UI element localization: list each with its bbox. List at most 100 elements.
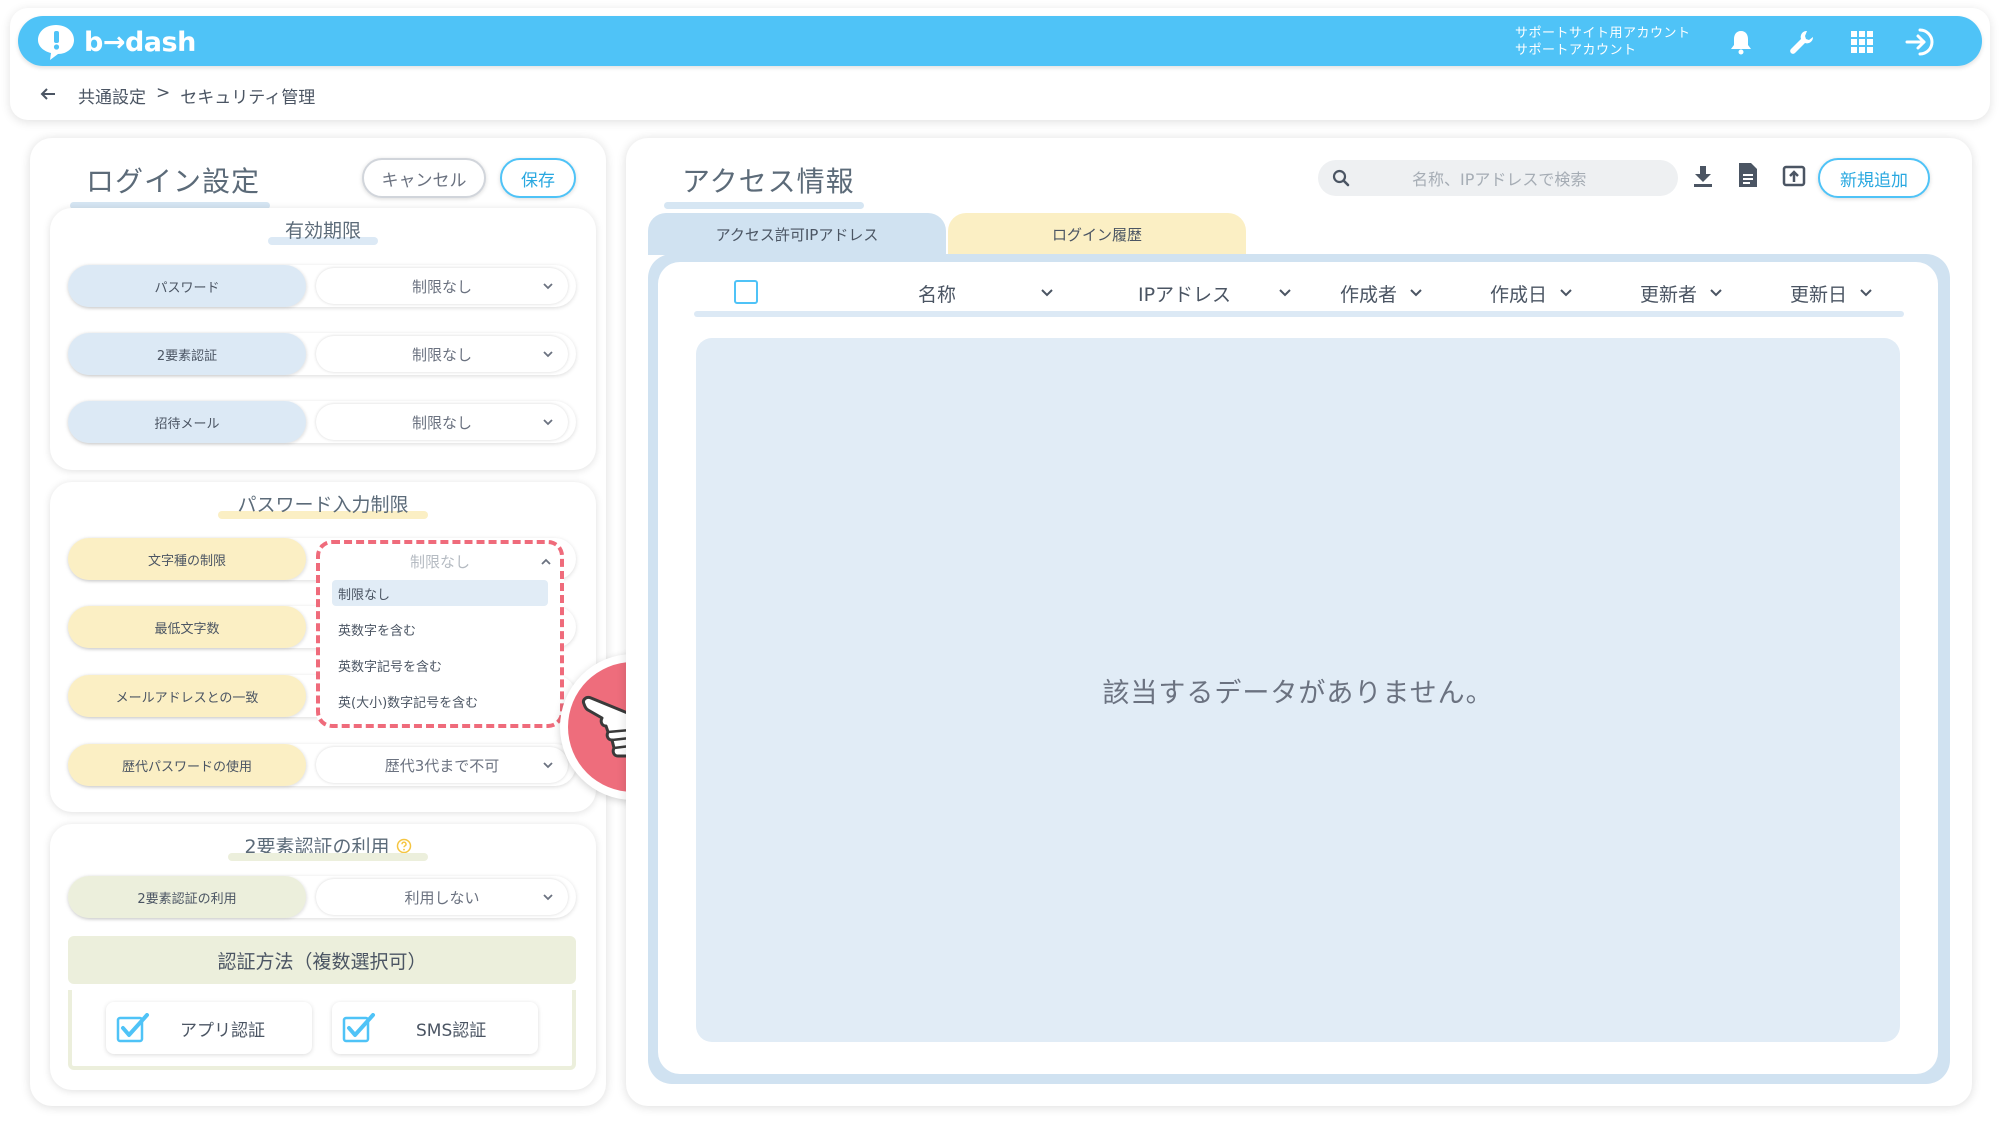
column-label: 作成者 (1340, 283, 1398, 306)
breadcrumb-security: セキュリティ管理 (180, 88, 316, 108)
two-factor-select[interactable]: 利用しない (316, 879, 568, 915)
wrench-icon[interactable] (1786, 26, 1818, 58)
search-input[interactable]: 名称、IPアドレスで検索 (1318, 160, 1678, 196)
dropdown-option[interactable]: 英数字記号を含む (332, 652, 548, 678)
row-label: 文字種の制限 (68, 538, 306, 580)
column-header-created[interactable]: 作成日 (1490, 277, 1573, 309)
checkbox-checked-icon[interactable] (342, 1013, 376, 1043)
chevron-down-icon (543, 419, 553, 426)
two-factor-title-highlight (228, 853, 428, 861)
empty-state: 該当するデータがありません。 (696, 338, 1900, 1042)
column-label: IPアドレス (1138, 283, 1232, 306)
row-label: 歴代パスワードの使用 (68, 744, 306, 786)
password-expiry-select[interactable]: 制限なし (316, 268, 568, 304)
select-value: 制限なし (411, 277, 472, 296)
header-divider (694, 311, 1904, 317)
chevron-down-icon (1041, 289, 1053, 297)
search-placeholder: 名称、IPアドレスで検索 (1412, 170, 1587, 189)
column-label: 更新者 (1640, 283, 1698, 306)
row-label: パスワード (68, 265, 306, 307)
2fa-expiry-select[interactable]: 制限なし (316, 336, 568, 372)
chevron-down-icon (543, 283, 553, 290)
account-info[interactable]: サポートサイト用アカウント サポートアカウント (1515, 25, 1691, 59)
column-header-name[interactable]: 名称 (918, 277, 1054, 309)
dropdown-option[interactable]: 制限なし (332, 580, 548, 606)
column-header-creator[interactable]: 作成者 (1340, 277, 1423, 309)
tab-login-history[interactable]: ログイン履歴 (948, 213, 1246, 255)
arrow-left-icon[interactable] (40, 86, 56, 106)
access-info-title-wrap: アクセス情報 (664, 160, 864, 209)
sms-auth-option[interactable]: SMS認証 (332, 1002, 538, 1054)
column-label: 更新日 (1790, 283, 1848, 306)
chevron-up-icon (541, 558, 551, 565)
dropdown-option[interactable]: 英数字を含む (332, 616, 548, 642)
auth-methods-header: 認証方法（複数選択可） (68, 936, 576, 984)
row-label: メールアドレスとの一致 (68, 675, 306, 717)
chevron-down-icon (543, 894, 553, 901)
row-label: 最低文字数 (68, 606, 306, 648)
row-label: 2要素認証 (68, 333, 306, 375)
row-label: 招待メール (68, 401, 306, 443)
password-rules-title: パスワード入力制限 (237, 494, 409, 516)
column-header-updater[interactable]: 更新者 (1640, 277, 1723, 309)
select-value: 歴代3代まで不可 (384, 756, 500, 775)
dropdown-current-value[interactable]: 制限なし (320, 546, 560, 576)
column-header-updated[interactable]: 更新日 (1790, 277, 1873, 309)
chevron-down-icon (1279, 289, 1291, 297)
logo[interactable]: b→dash (36, 22, 196, 62)
upload-icon[interactable] (1782, 164, 1806, 192)
login-settings-title-wrap: ログイン設定 (70, 160, 270, 209)
breadcrumb: 共通設定 > セキュリティ管理 (40, 83, 315, 108)
account-line-1: サポートサイト用アカウント (1515, 26, 1691, 41)
breadcrumb-separator: > (156, 83, 171, 103)
row-label: 2要素認証の利用 (68, 876, 306, 918)
password-rules-title-wrap: パスワード入力制限 (218, 490, 428, 519)
document-icon[interactable] (1737, 162, 1759, 192)
app-auth-option[interactable]: アプリ認証 (106, 1002, 312, 1054)
empty-message: 該当するデータがありません。 (1102, 677, 1494, 709)
download-icon[interactable] (1692, 164, 1714, 192)
title-underline (664, 202, 864, 209)
save-button[interactable]: 保存 (500, 158, 576, 198)
expiry-row-2fa: 2要素認証 制限なし (68, 333, 576, 375)
tab-allowed-ip[interactable]: アクセス許可IPアドレス (648, 213, 946, 255)
column-header-ip[interactable]: IPアドレス (1138, 277, 1292, 309)
bell-icon[interactable] (1725, 26, 1757, 58)
add-new-button[interactable]: 新規追加 (1818, 158, 1930, 198)
invite-expiry-select[interactable]: 制限なし (316, 404, 568, 440)
two-factor-row: 2要素認証の利用 利用しない (68, 876, 576, 918)
account-line-2: サポートアカウント (1515, 43, 1637, 58)
rule-row-history: 歴代パスワードの使用 歴代3代まで不可 (68, 744, 576, 786)
chevron-down-icon (543, 351, 553, 358)
chevron-down-icon (1710, 289, 1722, 297)
two-factor-title-wrap: 2要素認証の利用 (228, 832, 428, 861)
cancel-button[interactable]: キャンセル (362, 158, 486, 198)
search-icon (1332, 169, 1350, 187)
checkbox-checked-icon[interactable] (116, 1013, 150, 1043)
select-value: 利用しない (404, 888, 480, 907)
page-title: ログイン設定 (86, 165, 261, 198)
column-label: 作成日 (1490, 283, 1548, 306)
logo-text: b→dash (84, 26, 196, 58)
expiry-row-invite: 招待メール 制限なし (68, 401, 576, 443)
select-value: 制限なし (411, 345, 472, 364)
dropdown-option[interactable]: 英(大小)数字記号を含む (332, 688, 548, 714)
chevron-down-icon (1860, 289, 1872, 297)
breadcrumb-common-settings[interactable]: 共通設定 (78, 83, 146, 108)
chevron-down-icon (1560, 289, 1572, 297)
expiry-row-password: パスワード 制限なし (68, 265, 576, 307)
chartype-dropdown[interactable]: 制限なし 制限なし 英数字を含む 英数字記号を含む 英(大小)数字記号を含む (316, 540, 564, 728)
select-value: 制限なし (411, 413, 472, 432)
chevron-down-icon (1410, 289, 1422, 297)
column-label: 名称 (918, 283, 957, 306)
app-auth-label: アプリ認証 (180, 1020, 265, 1041)
history-select[interactable]: 歴代3代まで不可 (316, 747, 568, 783)
grid-icon[interactable] (1846, 26, 1878, 58)
select-all-checkbox[interactable] (734, 280, 758, 304)
sms-auth-label: SMS認証 (416, 1020, 487, 1041)
section-title: アクセス情報 (682, 165, 855, 198)
expiry-title-wrap: 有効期限 (268, 216, 378, 245)
question-circle-icon[interactable] (396, 838, 412, 854)
logo-bubble-icon (38, 25, 74, 60)
logout-icon[interactable] (1904, 26, 1936, 58)
